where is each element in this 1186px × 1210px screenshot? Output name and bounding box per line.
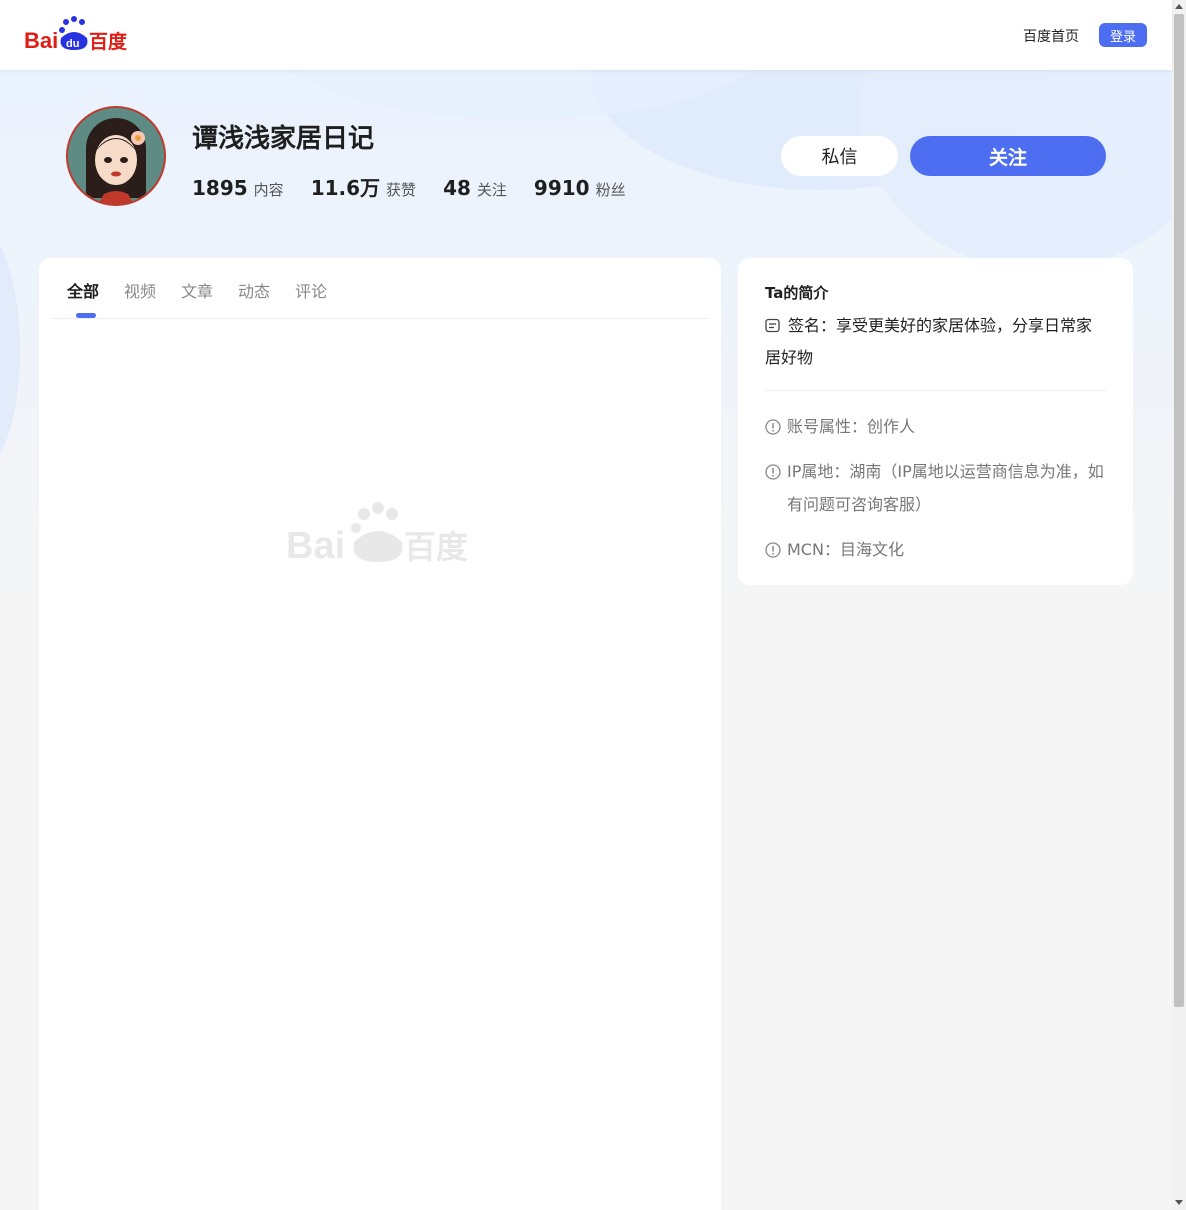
stat-label: 粉丝 [595, 181, 626, 199]
intro-divider [765, 390, 1106, 391]
stat-label: 获赞 [386, 181, 417, 199]
follow-button[interactable]: 关注 [910, 136, 1106, 176]
login-button[interactable]: 登录 [1099, 23, 1147, 47]
intro-title: Ta的简介 [765, 284, 829, 302]
page-scrollbar[interactable] [1172, 0, 1186, 1210]
logo-text-du: du [66, 38, 79, 50]
ip-location-text: IP属地：湖南（IP属地以运营商信息为准，如有问题可咨询客服） [787, 462, 1104, 514]
logo-text-baidu-cn: 百度 [89, 30, 128, 53]
tab-divider [52, 318, 708, 319]
profile-stats: 1895 内容 11.6万 获赞 48 关注 9910 粉丝 [192, 172, 653, 201]
baidu-logo[interactable]: Bai du 百度 [24, 16, 128, 54]
mcn-row: MCN：目海文化 [765, 533, 1110, 566]
note-icon [765, 318, 780, 333]
profile-name: 谭浅浅家居日记 [192, 124, 375, 154]
stat-content[interactable]: 1895 内容 [192, 176, 284, 200]
info-icon [765, 464, 781, 480]
content-tabs: 全部 视频 文章 动态 评论 [67, 278, 352, 302]
top-bar: Bai du 百度 百度首页 登录 [0, 0, 1172, 70]
tab-comment[interactable]: 评论 [295, 278, 327, 302]
placeholder-text-baidu-cn: 百度 [404, 528, 468, 564]
signature: 签名：享受更美好的家居体验，分享日常家居好物 [765, 310, 1105, 374]
stat-likes: 11.6万 获赞 [311, 172, 416, 201]
baidu-home-link[interactable]: 百度首页 [1023, 26, 1079, 46]
logo-text-bai: Bai [24, 28, 58, 53]
loading-placeholder-logo: Bai 百度 [286, 502, 468, 564]
scroll-thumb[interactable] [1174, 14, 1184, 1007]
info-icon [765, 542, 781, 558]
stat-number: 9910 [533, 176, 590, 200]
tab-all[interactable]: 全部 [67, 278, 99, 302]
info-icon [765, 419, 781, 435]
scroll-up-arrow-icon[interactable] [1175, 4, 1183, 9]
scroll-down-arrow-icon[interactable] [1175, 1200, 1183, 1205]
tab-video[interactable]: 视频 [124, 278, 156, 302]
message-button[interactable]: 私信 [781, 136, 898, 176]
intro-panel: Ta的简介 签名：享受更美好的家居体验，分享日常家居好物 账号属性：创作人 IP… [738, 258, 1133, 585]
avatar [66, 106, 166, 206]
stat-number: 48 [443, 176, 471, 200]
stat-number: 1895 [192, 176, 248, 200]
mcn-text: MCN：目海文化 [787, 540, 904, 559]
stat-label: 内容 [253, 181, 284, 199]
signature-text: 签名：享受更美好的家居体验，分享日常家居好物 [765, 316, 1093, 367]
account-type-text: 账号属性：创作人 [787, 417, 916, 436]
tab-article[interactable]: 文章 [181, 278, 213, 302]
stat-label: 关注 [476, 181, 507, 199]
stat-number: 11.6万 [310, 176, 381, 200]
stat-followers[interactable]: 9910 粉丝 [534, 176, 626, 200]
stat-following[interactable]: 48 关注 [443, 176, 507, 200]
avatar-illustration [68, 108, 164, 204]
ip-location-row: IP属地：湖南（IP属地以运营商信息为准，如有问题可咨询客服） [765, 455, 1110, 521]
tab-dynamic[interactable]: 动态 [238, 278, 270, 302]
placeholder-text-bai: Bai [286, 525, 345, 564]
content-panel: 全部 视频 文章 动态 评论 Bai 百度 [39, 258, 721, 1210]
account-type-row: 账号属性：创作人 [765, 410, 1110, 443]
